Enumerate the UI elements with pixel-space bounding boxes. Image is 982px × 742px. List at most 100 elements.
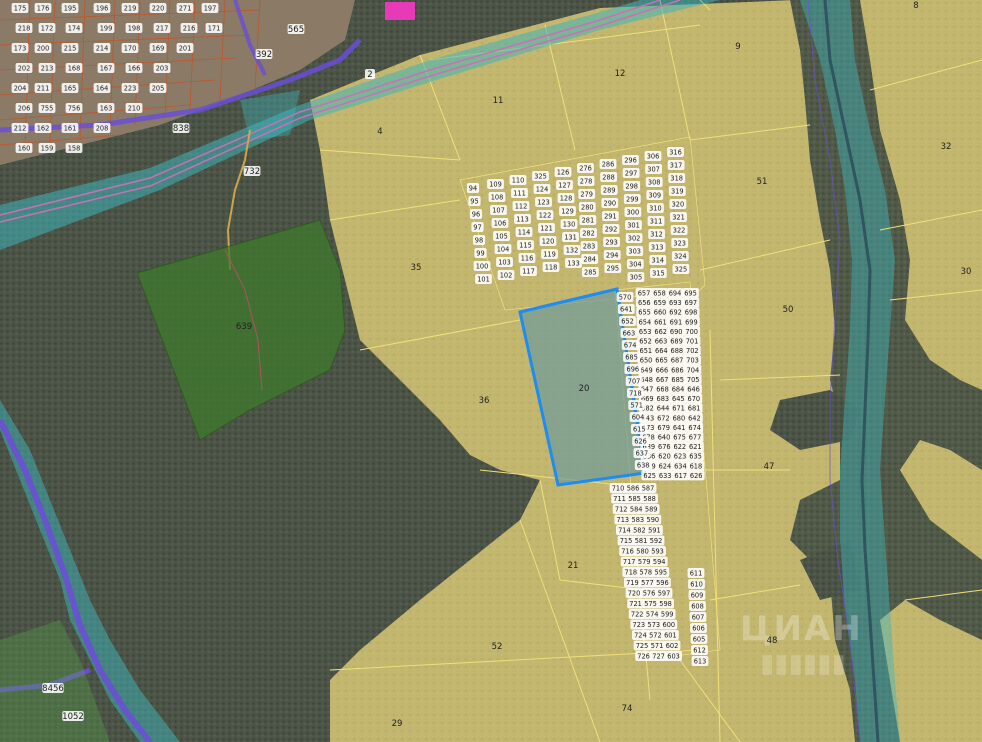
plot-label: 725 (636, 642, 649, 650)
plot-label: 585 (628, 495, 641, 503)
plot-label: 317 (670, 162, 683, 170)
village-plot-label: 200 (37, 45, 50, 53)
plot-label: 611 (690, 570, 703, 578)
plot-label: 322 (673, 227, 686, 235)
plot-label: 294 (606, 252, 619, 260)
plot-label: 131 (564, 234, 577, 242)
plot-label: 128 (560, 195, 573, 203)
plot-label: 285 (584, 269, 597, 277)
plot-label: 572 (649, 632, 662, 640)
village-plot-label: 205 (152, 85, 165, 93)
plot-label: 588 (643, 495, 656, 503)
parcel-label-2: 2 (367, 70, 372, 80)
village-plot-label: 170 (124, 45, 137, 53)
parcel-label-392: 392 (256, 50, 272, 60)
parcel-label-74: 74 (622, 704, 633, 714)
plot-label: 302 (628, 235, 641, 243)
plot-label: 103 (498, 259, 511, 267)
village-plot-label: 176 (37, 5, 50, 13)
parcel-label-11: 11 (493, 96, 504, 106)
plot-label: 323 (673, 240, 686, 248)
plot-label: 127 (558, 182, 571, 190)
plot-label: 727 (652, 653, 665, 661)
village-plot-label: 219 (124, 5, 137, 13)
plot-label: 656 (638, 299, 651, 307)
plot-label: 679 (657, 424, 670, 432)
plot-label: 96 (472, 211, 480, 219)
village-plot-label: 202 (18, 65, 31, 73)
plot-label: 114 (518, 229, 531, 237)
plot-label: 110 (512, 177, 525, 185)
plot-label: 119 (543, 251, 556, 259)
village-plot-label: 166 (128, 65, 141, 73)
plot-label: 621 (689, 443, 702, 451)
plot-label: 106 (494, 220, 507, 228)
cadastral-map[interactable]: ЦИАН ▮▮▮▮▮▮ 8 9 12 11 4 2 32 51 30 35 50 36 20 47 21 48… (0, 0, 982, 742)
plot-label: 289 (603, 187, 616, 195)
plot-label: 281 (582, 217, 595, 225)
plot-label: 303 (628, 248, 641, 256)
plot-label: 587 (642, 485, 655, 493)
plot-label: 661 (654, 318, 667, 326)
plot-label: 638 (637, 462, 650, 470)
plot-label: 635 (689, 453, 702, 461)
plot-label: 102 (500, 272, 513, 280)
plot-label: 316 (669, 149, 682, 157)
village-plot-label: 162 (37, 125, 50, 133)
plot-label: 720 (628, 590, 641, 598)
plot-label: 276 (579, 165, 592, 173)
plot-label: 707 (628, 378, 641, 386)
village-plot-label: 175 (14, 5, 27, 13)
plot-label: 688 (671, 347, 684, 355)
village-plot-label: 208 (96, 125, 109, 133)
plot-label: 586 (627, 485, 640, 493)
village-plot-label: 203 (156, 65, 169, 73)
plot-label: 320 (672, 201, 685, 209)
plot-label: 618 (690, 462, 703, 470)
village-plot-label: 171 (208, 25, 221, 33)
plot-label: 575 (644, 600, 657, 608)
village-plot-label: 213 (41, 65, 54, 73)
map-canvas[interactable]: ЦИАН ▮▮▮▮▮▮ 8912114232513035503620472148… (0, 0, 982, 742)
plot-label: 315 (652, 270, 665, 278)
plot-label: 99 (476, 250, 484, 258)
plot-label: 690 (670, 328, 683, 336)
plot-label: 280 (581, 204, 594, 212)
plot-label: 324 (674, 253, 687, 261)
plot-label: 650 (640, 357, 653, 365)
plot-label: 290 (604, 200, 617, 208)
plot-label: 668 (656, 386, 669, 394)
plot-label: 108 (491, 194, 504, 202)
plot-label: 299 (626, 196, 639, 204)
plot-label: 295 (607, 265, 620, 273)
plot-label: 120 (542, 238, 555, 246)
plot-label: 719 (626, 579, 639, 587)
plot-label: 570 (619, 294, 632, 302)
plot-label: 571 (630, 402, 643, 410)
plot-label: 117 (522, 268, 535, 276)
plot-label: 306 (647, 153, 660, 161)
parcel-label-35: 35 (411, 263, 422, 273)
plot-label: 124 (536, 186, 549, 194)
plot-label: 297 (625, 170, 638, 178)
plot-label: 279 (580, 191, 593, 199)
plot-label: 598 (659, 600, 672, 608)
parcel-label-20: 20 (579, 384, 590, 394)
plot-label: 311 (650, 218, 663, 226)
plot-label: 284 (583, 256, 596, 264)
plot-label: 620 (658, 453, 671, 461)
plot-label: 115 (519, 242, 532, 250)
parcel-label-4: 4 (377, 127, 382, 137)
plot-label: 645 (672, 395, 685, 403)
parcel-label-732: 732 (244, 167, 260, 177)
plot-label: 653 (639, 328, 652, 336)
plot-label: 666 (656, 366, 669, 374)
plot-label: 584 (630, 506, 643, 514)
plot-label: 292 (605, 226, 618, 234)
plot-label: 574 (646, 611, 659, 619)
plot-label: 304 (629, 261, 642, 269)
plot-label: 649 (640, 366, 653, 374)
village-plot-label: 218 (18, 25, 31, 33)
plot-label: 693 (669, 299, 682, 307)
plot-label: 711 (613, 495, 626, 503)
